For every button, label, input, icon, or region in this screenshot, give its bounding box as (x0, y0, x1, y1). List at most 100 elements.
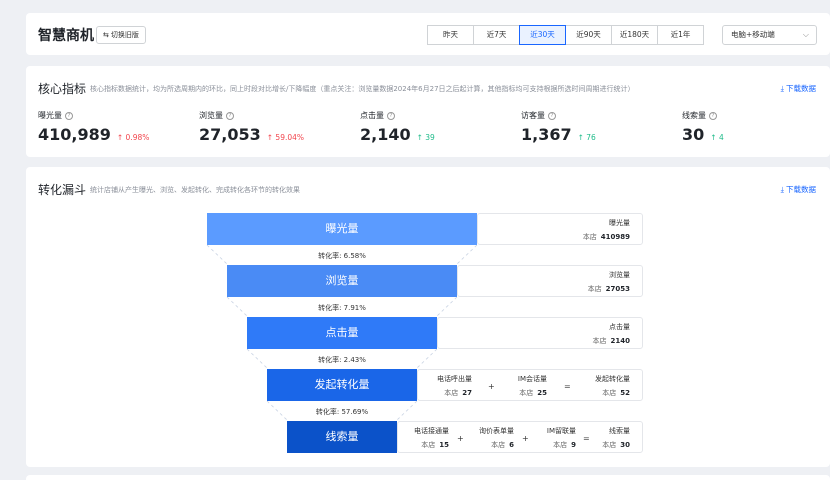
metric-change-value: 4 (718, 133, 724, 142)
info-box-click: 点击量 本店 2140 (437, 317, 643, 349)
metric-label: 浏览量 (199, 111, 223, 120)
switch-old-version-button[interactable]: ⇆ 切换旧版 (96, 26, 146, 44)
help-icon[interactable]: ? (709, 111, 717, 120)
store-label: 本店 (587, 285, 602, 293)
help-icon[interactable]: ? (387, 111, 395, 120)
range-tab-7d[interactable]: 近7天 (473, 25, 520, 45)
metric-label: 线索量 (682, 111, 706, 120)
info-item: IM留联量 本店 9 (547, 426, 576, 450)
plus-operator: + (522, 434, 529, 443)
conversion-rate: 转化率: 2.43% (318, 356, 366, 364)
conversion-rate: 转化率: 57.69% (315, 408, 369, 416)
device-select-value: 电脑+移动端 (731, 30, 775, 39)
metric-label: 曝光量 (38, 111, 62, 120)
funnel-bar-leads: 线索量 (287, 421, 397, 453)
info-item-value: 30 (620, 441, 630, 449)
metric-change-value: 76 (586, 133, 596, 142)
info-item-name: IM会话量 (517, 375, 547, 383)
download-icon: ⤓ (780, 83, 784, 93)
top-bar: 智慧商机 ⇆ 切换旧版 昨天 近7天 近30天 近90天 近180天 近1年 电… (26, 13, 830, 55)
info-item-value: 27 (462, 389, 472, 397)
metric-value: 1,367 (521, 125, 572, 144)
metric-exposure: 曝光量? 410,989 ↑ 0.98% (38, 110, 198, 144)
info-box-conversion: 电话呼出量 本店 27 + IM会话量 本店 25 = 发起转化量 本店 52 (417, 369, 643, 401)
info-item: 浏览量 本店 27053 (588, 270, 630, 294)
info-box-browse: 浏览量 本店 27053 (457, 265, 643, 297)
metric-value: 2,140 (360, 125, 411, 144)
range-tab-90d[interactable]: 近90天 (565, 25, 612, 45)
device-select[interactable]: 电脑+移动端 ⌵ (722, 25, 817, 45)
info-item-name: IM留联量 (546, 427, 576, 435)
info-item: 曝光量 本店 410989 (583, 218, 630, 242)
section-title: 核心指标 (38, 82, 87, 96)
metric-change-value: 0.98% (125, 133, 150, 142)
info-item: 发起转化量 本店 52 (595, 374, 630, 398)
switch-label: 切换旧版 (110, 31, 139, 39)
help-icon[interactable]: ? (226, 111, 234, 120)
metric-change: ↑ 76 (577, 133, 596, 142)
help-icon[interactable]: ? (65, 111, 73, 120)
metric-click: 点击量? 2,140 ↑ 39 (360, 110, 520, 144)
store-label: 本店 (582, 233, 597, 241)
info-item-value: 27053 (605, 285, 630, 293)
store-label: 本店 (553, 441, 568, 449)
info-item-value: 9 (571, 441, 576, 449)
info-item-name: 线索量 (609, 427, 630, 435)
info-item-value: 15 (439, 441, 449, 449)
conversion-rate: 转化率: 6.58% (318, 252, 366, 260)
app-title: 智慧商机 (38, 28, 94, 44)
plus-operator: + (457, 434, 464, 443)
info-box-leads: 电话接通量 本店 15 + 询价表单量 本店 6 + IM留联量 本店 9 = 线索量… (397, 421, 643, 453)
funnel-bar-click: 点击量 (247, 317, 437, 349)
info-item-value: 25 (537, 389, 547, 397)
info-item-name: 点击量 (609, 323, 630, 331)
info-box-exposure: 曝光量 本店 410989 (477, 213, 643, 245)
info-item-value: 2140 (610, 337, 630, 345)
store-label: 本店 (602, 389, 617, 397)
metric-change-value: 59.04% (275, 133, 305, 142)
funnel-bar-conversion: 发起转化量 (267, 369, 417, 401)
metric-value: 410,989 (38, 125, 111, 144)
info-item-name: 曝光量 (609, 219, 630, 227)
switch-icon: ⇆ (103, 31, 109, 39)
metric-label: 访客量 (521, 111, 545, 120)
range-tab-1y[interactable]: 近1年 (657, 25, 704, 45)
download-data-button[interactable]: ⤓ 下载数据 (781, 83, 816, 94)
metric-change: ↑ 39 (416, 133, 435, 142)
store-label: 本店 (421, 441, 436, 449)
metric-change: ↑ 59.04% (266, 133, 305, 142)
info-item: IM会话量 本店 25 (518, 374, 547, 398)
help-icon[interactable]: ? (548, 111, 556, 120)
funnel-bar-exposure: 曝光量 (207, 213, 477, 245)
info-item: 电话呼出量 本店 27 (437, 374, 472, 398)
info-item-value: 410989 (600, 233, 630, 241)
info-item: 线索量 本店 30 (602, 426, 630, 450)
metric-browse: 浏览量? 27,053 ↑ 59.04% (199, 110, 359, 144)
info-item: 点击量 本店 2140 (593, 322, 630, 346)
info-item: 电话接通量 本店 15 (414, 426, 449, 450)
range-tab-30d[interactable]: 近30天 (519, 25, 566, 45)
info-item-value: 52 (620, 389, 630, 397)
store-label: 本店 (491, 441, 506, 449)
metric-visitors: 访客量? 1,367 ↑ 76 (521, 110, 681, 144)
conversion-funnel-card: 转化漏斗 统计店铺从产生曝光、浏览、发起转化、完成转化各环节的转化效果 ⤓ 下载… (26, 167, 830, 467)
range-tab-yesterday[interactable]: 昨天 (427, 25, 474, 45)
metric-change-value: 39 (425, 133, 435, 142)
store-label: 本店 (519, 389, 534, 397)
info-item-name: 发起转化量 (595, 375, 630, 383)
store-label: 本店 (592, 337, 607, 345)
info-item: 询价表单量 本店 6 (479, 426, 514, 450)
date-range-tabs: 昨天 近7天 近30天 近90天 近180天 近1年 (427, 25, 704, 45)
metric-change: ↑ 4 (710, 133, 724, 142)
range-tab-180d[interactable]: 近180天 (611, 25, 658, 45)
next-card-edge (26, 475, 830, 480)
info-item-name: 电话呼出量 (437, 375, 472, 383)
store-label: 本店 (602, 441, 617, 449)
equals-operator: = (583, 434, 590, 443)
funnel-bar-browse: 浏览量 (227, 265, 457, 297)
info-item-name: 浏览量 (609, 271, 630, 279)
download-label: 下载数据 (786, 84, 816, 93)
chevron-down-icon: ⌵ (802, 30, 809, 39)
info-item-value: 6 (509, 441, 514, 449)
core-metrics-card: 核心指标 核心指标数据统计，均为所选周期内的环比，同上时段对比增长/下降幅度（重… (26, 66, 830, 157)
